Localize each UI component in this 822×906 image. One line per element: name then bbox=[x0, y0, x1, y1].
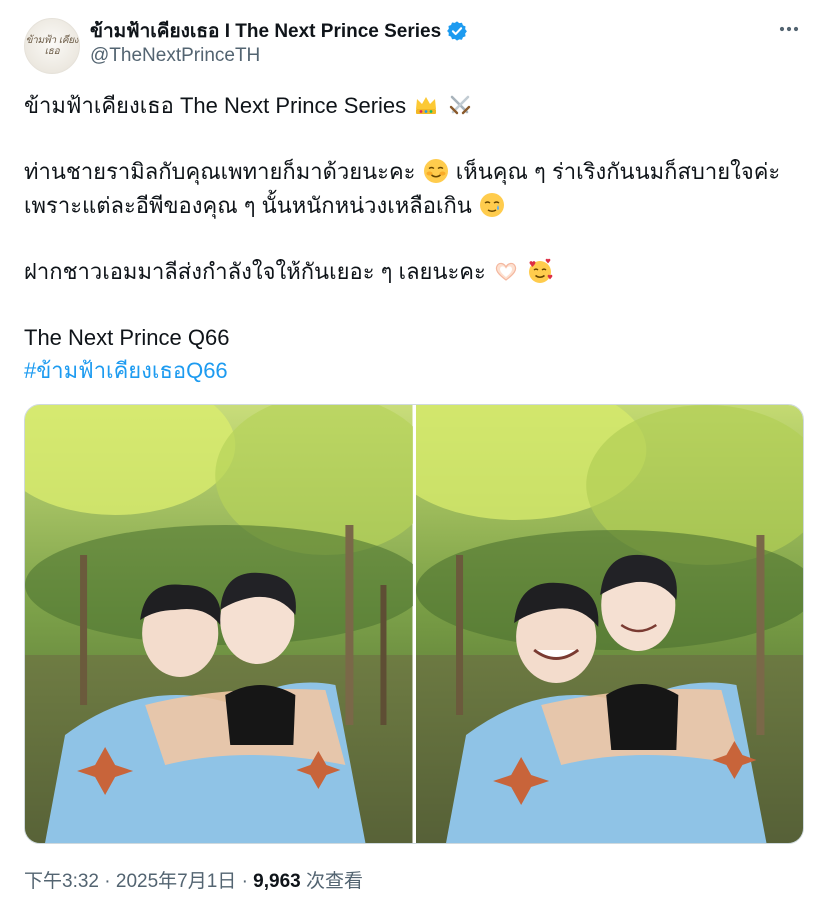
avatar[interactable]: ข้ามฟ้า เคียงเธอ bbox=[24, 18, 80, 74]
photo-1[interactable] bbox=[25, 405, 413, 843]
meta-separator: · bbox=[104, 871, 111, 892]
tweet-line-1: ข้ามฟ้าเคียงเธอ The Next Prince Series bbox=[24, 90, 792, 122]
photo-2[interactable] bbox=[415, 405, 803, 843]
more-options-icon[interactable] bbox=[778, 18, 800, 40]
view-count-label: 次查看 bbox=[306, 871, 364, 892]
tweet-meta: 下午3:32 · 2025年7月1日 · 9,963 次查看 bbox=[24, 866, 363, 893]
media-grid bbox=[24, 404, 804, 844]
name-row: ข้ามฟ้าเคียงเธอ I The Next Prince Series bbox=[90, 16, 468, 46]
crossed-swords-emoji bbox=[450, 95, 471, 115]
heart-hands-emoji bbox=[495, 262, 517, 281]
tweet-time[interactable]: 下午3:32 bbox=[24, 871, 99, 892]
tweet-text-3: เพราะแต่ละอีพีของคุณ ๆ นั้นหนักหน่วงเหลื… bbox=[24, 193, 472, 218]
tweet: ข้ามฟ้า เคียงเธอ ข้ามฟ้าเคียงเธอ I The N… bbox=[0, 0, 822, 906]
view-count: 9,963 bbox=[253, 871, 301, 892]
crown-emoji bbox=[416, 97, 437, 114]
display-name[interactable]: ข้ามฟ้าเคียงเธอ I The Next Prince Series bbox=[90, 16, 441, 46]
smiling-face-with-tear-emoji bbox=[479, 193, 504, 217]
tweet-line-3: เพราะแต่ละอีพีของคุณ ๆ นั้นหนักหน่วงเหลื… bbox=[24, 190, 792, 222]
handle[interactable]: @TheNextPrinceTH bbox=[90, 45, 260, 67]
smiling-face-with-hearts-emoji bbox=[529, 258, 553, 283]
meta-separator-2: · bbox=[241, 871, 248, 892]
tweet-line-4: ฝากชาวเอมมาลีส่งกำลังใจให้กันเยอะ ๆ เลยน… bbox=[24, 256, 792, 288]
tweet-line-2: ท่านชายรามิลกับคุณเพทายก็มาด้วยนะคะ เห็น… bbox=[24, 156, 792, 188]
smiling-face-emoji bbox=[423, 159, 448, 183]
avatar-logo: ข้ามฟ้า เคียงเธอ bbox=[25, 35, 79, 57]
hashtag-link[interactable]: #ข้ามฟ้าเคียงเธอQ66 bbox=[24, 355, 792, 387]
tweet-text-2b: เห็นคุณ ๆ ร่าเริงกันนมก็สบายใจค่ะ bbox=[455, 159, 781, 184]
tweet-date[interactable]: 2025年7月1日 bbox=[116, 871, 236, 892]
tweet-line-5: The Next Prince Q66 bbox=[24, 325, 230, 350]
tweet-text-4: ฝากชาวเอมมาลีส่งกำลังใจให้กันเยอะ ๆ เลยน… bbox=[24, 259, 486, 284]
verified-badge-icon bbox=[447, 21, 468, 41]
tweet-text-2a: ท่านชายรามิลกับคุณเพทายก็มาด้วยนะคะ bbox=[24, 159, 416, 184]
tweet-title: ข้ามฟ้าเคียงเธอ The Next Prince Series bbox=[24, 93, 407, 118]
